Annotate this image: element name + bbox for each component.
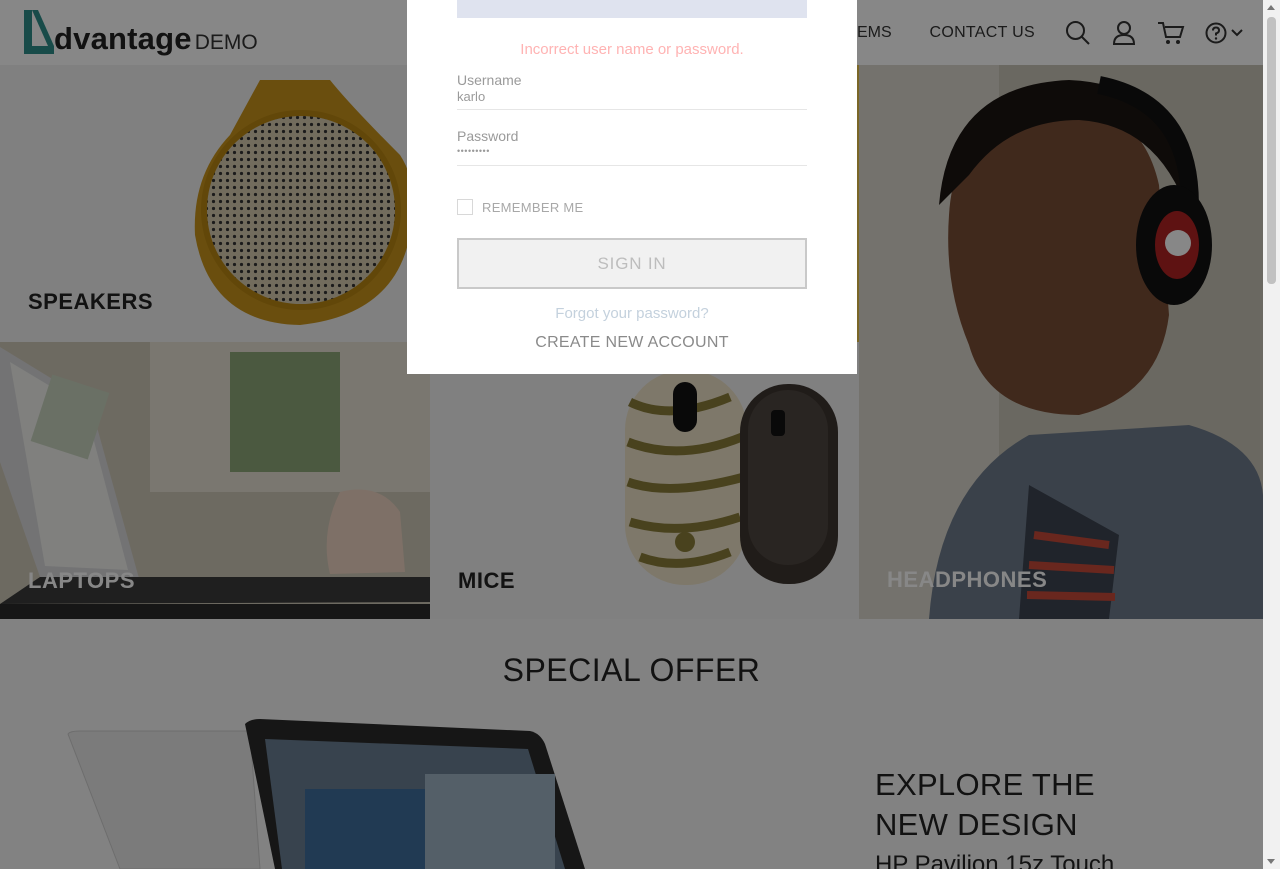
remember-me-checkbox[interactable] xyxy=(457,199,473,215)
login-error-message: Incorrect user name or password. xyxy=(520,41,744,58)
page-scrollbar[interactable] xyxy=(1263,0,1280,869)
scrollbar-thumb[interactable] xyxy=(1267,17,1276,284)
password-field[interactable]: Password ••••••••• xyxy=(457,128,807,166)
scroll-up-arrow-icon[interactable] xyxy=(1267,5,1275,10)
username-input[interactable] xyxy=(457,89,807,104)
login-modal: Incorrect user name or password. Usernam… xyxy=(407,0,857,374)
password-input[interactable]: ••••••••• xyxy=(457,146,807,156)
sign-in-button[interactable]: SIGN IN xyxy=(457,238,807,289)
social-login-button[interactable] xyxy=(457,0,807,18)
password-label: Password xyxy=(457,128,519,144)
remember-me[interactable]: REMEMBER ME xyxy=(457,199,584,215)
create-account-link[interactable]: CREATE NEW ACCOUNT xyxy=(407,334,857,352)
forgot-password-link[interactable]: Forgot your password? xyxy=(407,305,857,322)
username-field[interactable]: Username xyxy=(457,72,807,110)
remember-me-label[interactable]: REMEMBER ME xyxy=(482,200,584,215)
scroll-down-arrow-icon[interactable] xyxy=(1267,859,1275,864)
username-label: Username xyxy=(457,72,522,88)
